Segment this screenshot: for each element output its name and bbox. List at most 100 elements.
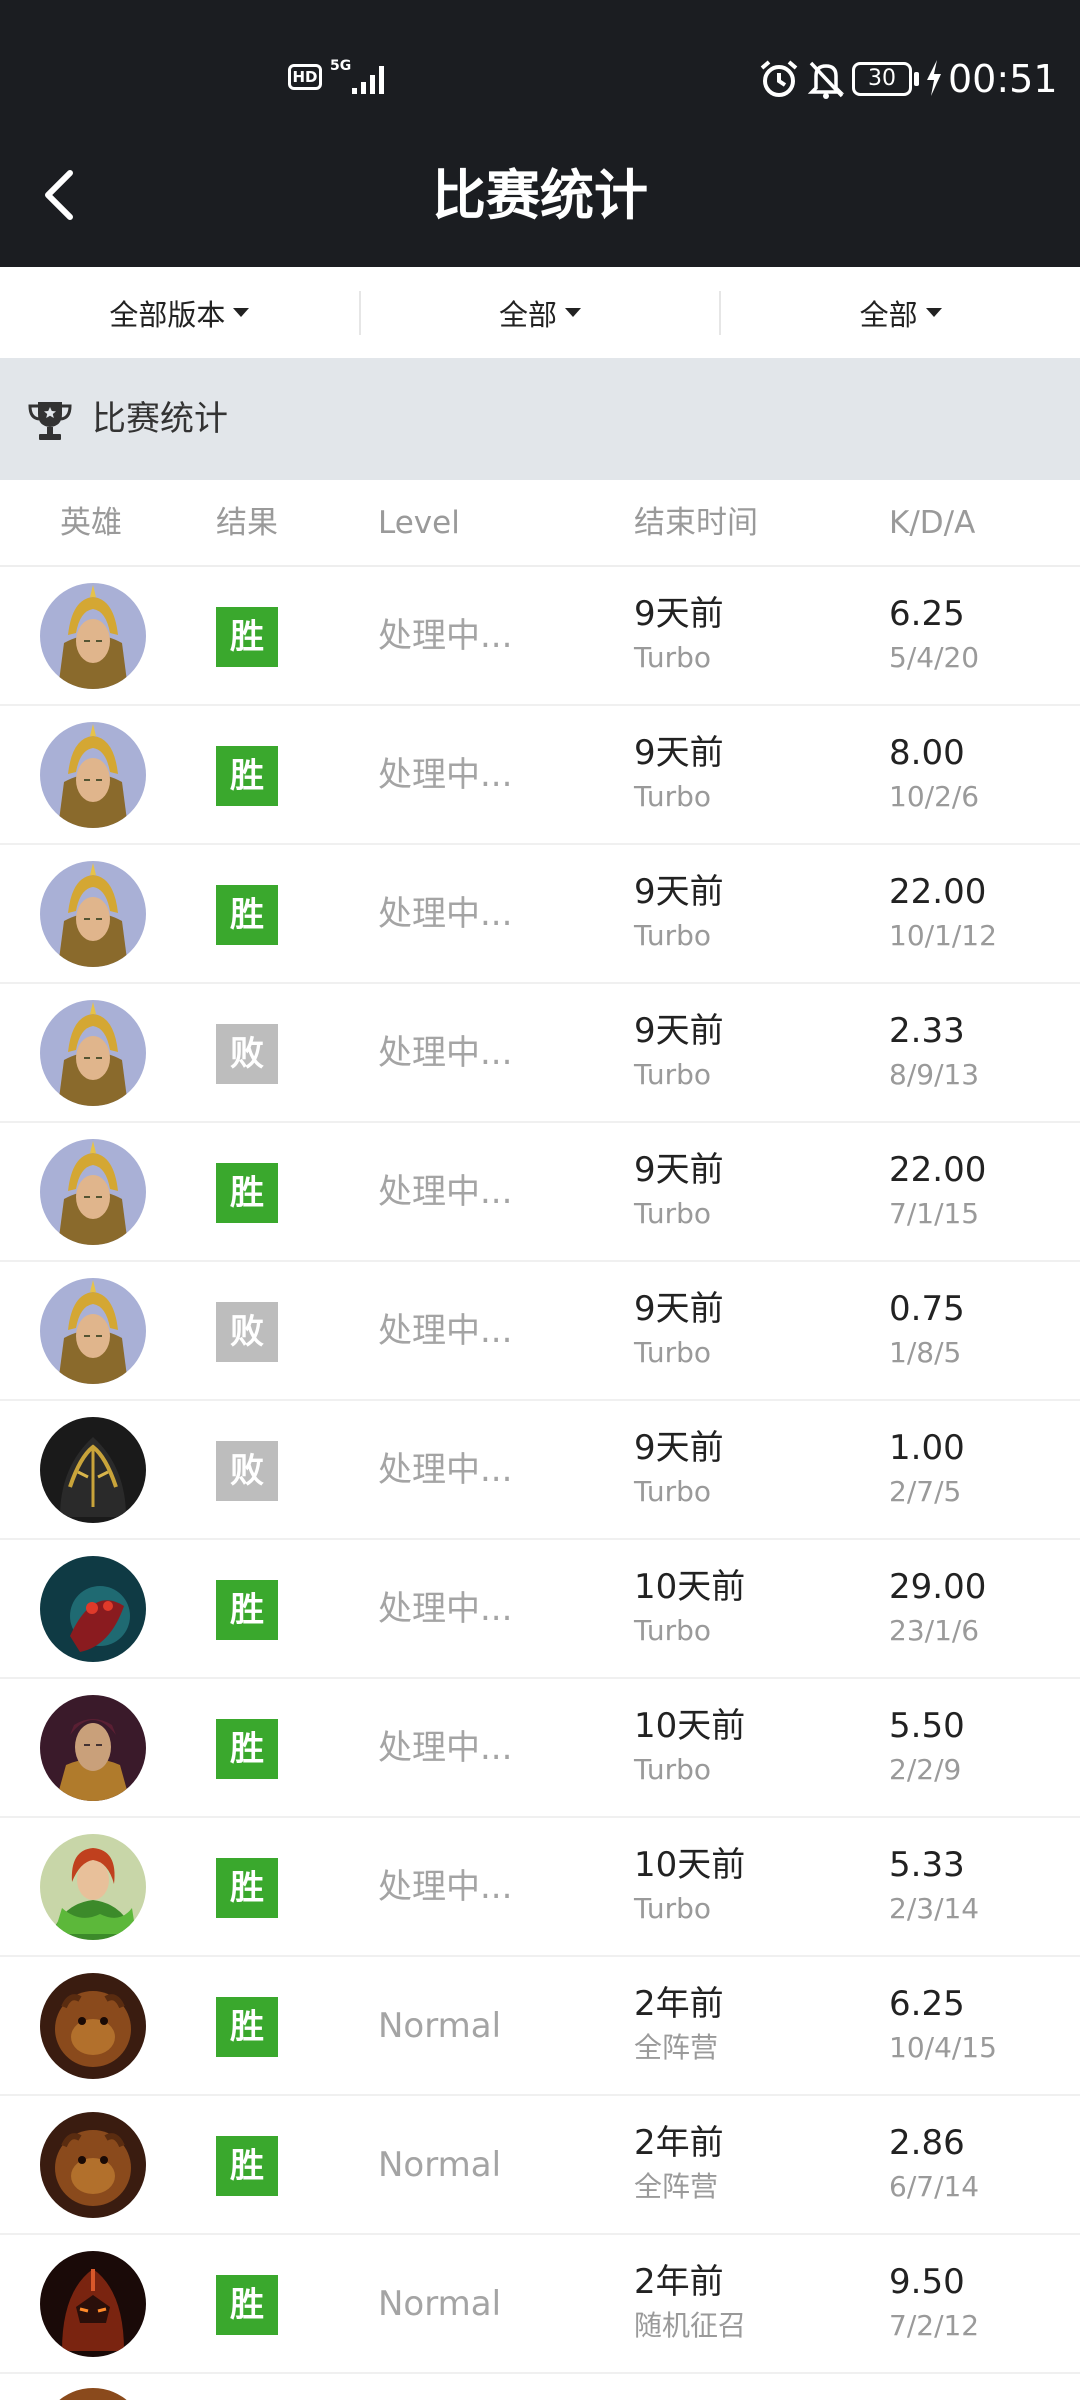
knight-hero-avatar xyxy=(40,1139,146,1245)
status-bar: HD 5G 30 00:51 xyxy=(0,0,1080,160)
kda-detail: 7/2/12 xyxy=(889,2309,980,2342)
battery-icon: 30 xyxy=(852,62,912,96)
table-header: 英雄 结果 Level 结束时间 K/D/A xyxy=(0,480,1080,567)
end-time: 9天前 xyxy=(634,1150,724,1190)
kda-detail: 10/1/12 xyxy=(889,919,997,952)
match-row[interactable]: 胜 处理中... 10天前 Turbo 5.50 2/2/9 xyxy=(0,1679,1080,1818)
knight-hero-avatar xyxy=(40,722,146,828)
mode-filter-dropdown[interactable]: 全部 xyxy=(361,267,720,358)
version-filter-dropdown[interactable]: 全部版本 xyxy=(0,267,359,358)
mage-hero-avatar xyxy=(40,1695,146,1801)
match-row[interactable]: 胜 处理中... 9天前 Turbo 22.00 7/1/15 xyxy=(0,1123,1080,1262)
game-mode: Turbo xyxy=(634,1475,712,1508)
kda-ratio: 2.33 xyxy=(889,1011,965,1051)
kda-ratio: 6.25 xyxy=(889,594,965,634)
result-badge: 胜 xyxy=(216,1163,278,1223)
level-text: 处理中... xyxy=(378,616,513,656)
match-row[interactable]: 胜 处理中... 9天前 Turbo 8.00 10/2/6 xyxy=(0,706,1080,845)
kda-ratio: 29.00 xyxy=(889,1567,987,1607)
section-header: 比赛统计 xyxy=(0,358,1080,480)
result-badge: 胜 xyxy=(216,2275,278,2335)
result-filter-dropdown[interactable]: 全部 xyxy=(721,267,1080,358)
end-time: 2年前 xyxy=(634,1984,724,2024)
kda-ratio: 5.33 xyxy=(889,1845,965,1885)
game-mode: 全阵营 xyxy=(634,2170,719,2203)
level-text: 处理中... xyxy=(378,755,513,795)
level-text: Normal xyxy=(378,2006,502,2046)
game-mode: Turbo xyxy=(634,1197,712,1230)
match-row[interactable]: 胜 Normal 2年前 全阵营 2.86 6/7/14 xyxy=(0,2096,1080,2235)
battery-tip xyxy=(914,72,919,86)
match-row[interactable]: 胜 Normal 2年前 随机征召 9.50 7/2/12 xyxy=(0,2235,1080,2374)
kda-ratio: 9.50 xyxy=(889,2262,965,2302)
column-level: Level xyxy=(378,505,460,541)
trophy-icon xyxy=(28,402,72,440)
dragon-knight-hero-avatar xyxy=(40,2251,146,2357)
knight-hero-avatar xyxy=(40,1278,146,1384)
filter-label: 全部 xyxy=(859,297,918,332)
kda-ratio: 22.00 xyxy=(889,1150,987,1190)
result-badge: 胜 xyxy=(216,1719,278,1779)
match-row[interactable]: 胜 处理中... 10天前 Turbo 29.00 23/1/6 xyxy=(0,1540,1080,1679)
knight-hero-avatar xyxy=(40,861,146,967)
level-text: 处理中... xyxy=(378,1450,513,1490)
match-row[interactable]: 败 处理中... 9天前 Turbo 0.75 1/8/5 xyxy=(0,1262,1080,1401)
alarm-icon xyxy=(760,60,798,97)
page-title: 比赛统计 xyxy=(432,164,648,227)
kda-detail: 8/9/13 xyxy=(889,1058,980,1091)
level-text: Normal xyxy=(378,2284,502,2324)
level-text: 处理中... xyxy=(378,1172,513,1212)
kda-detail: 6/7/14 xyxy=(889,2170,980,2203)
level-text: Normal xyxy=(378,2145,502,2185)
hd-indicator: HD xyxy=(288,64,322,90)
kda-detail: 7/1/15 xyxy=(889,1197,980,1230)
back-arrow-icon[interactable] xyxy=(30,160,100,230)
end-time: 10天前 xyxy=(634,1845,746,1885)
kda-ratio: 1.00 xyxy=(889,1428,965,1468)
kda-ratio: 0.75 xyxy=(889,1289,965,1329)
level-text: 处理中... xyxy=(378,1033,513,1073)
match-row[interactable]: 胜 处理中... 9天前 Turbo 6.25 5/4/20 xyxy=(0,567,1080,706)
level-text: 处理中... xyxy=(378,1867,513,1907)
clock: 00:51 xyxy=(948,57,1058,101)
kda-detail: 1/8/5 xyxy=(889,1336,962,1369)
level-text: 处理中... xyxy=(378,1311,513,1351)
level-text: 处理中... xyxy=(378,1728,513,1768)
knight-hero-avatar xyxy=(40,583,146,689)
column-end-time: 结束时间 xyxy=(634,505,758,541)
filter-bar: 全部版本 全部 全部 xyxy=(0,267,1080,358)
kda-detail: 2/7/5 xyxy=(889,1475,962,1508)
game-mode: Turbo xyxy=(634,1892,712,1925)
game-mode: Turbo xyxy=(634,780,712,813)
caret-down-icon xyxy=(565,308,582,317)
end-time: 2年前 xyxy=(634,2262,724,2302)
partial-row xyxy=(40,2388,146,2400)
ranger-hero-avatar xyxy=(40,1834,146,1940)
kda-detail: 23/1/6 xyxy=(889,1614,980,1647)
knight-hero-avatar xyxy=(40,1000,146,1106)
kda-ratio: 22.00 xyxy=(889,872,987,912)
end-time: 10天前 xyxy=(634,1706,746,1746)
end-time: 9天前 xyxy=(634,1011,724,1051)
end-time: 2年前 xyxy=(634,2123,724,2163)
game-mode: Turbo xyxy=(634,919,712,952)
insect-hero-avatar xyxy=(40,1556,146,1662)
end-time: 9天前 xyxy=(634,872,724,912)
caret-down-icon xyxy=(925,308,942,317)
match-row[interactable]: 胜 Normal 2年前 全阵营 6.25 10/4/15 xyxy=(0,1957,1080,2096)
match-row[interactable]: 败 处理中... 9天前 Turbo 1.00 2/7/5 xyxy=(0,1401,1080,1540)
result-badge: 胜 xyxy=(216,2136,278,2196)
beast-hero-avatar xyxy=(40,2112,146,2218)
kda-detail: 2/3/14 xyxy=(889,1892,980,1925)
match-row[interactable]: 败 处理中... 9天前 Turbo 2.33 8/9/13 xyxy=(0,984,1080,1123)
result-badge: 胜 xyxy=(216,885,278,945)
result-badge: 败 xyxy=(216,1024,278,1084)
end-time: 9天前 xyxy=(634,1289,724,1329)
kda-detail: 10/4/15 xyxy=(889,2031,997,2064)
match-row[interactable]: 胜 处理中... 9天前 Turbo 22.00 10/1/12 xyxy=(0,845,1080,984)
match-row[interactable]: 胜 处理中... 10天前 Turbo 5.33 2/3/14 xyxy=(0,1818,1080,1957)
game-mode: Turbo xyxy=(634,1753,712,1786)
network-type: 5G xyxy=(330,58,352,74)
column-hero: 英雄 xyxy=(60,505,122,541)
caret-down-icon xyxy=(233,308,250,317)
